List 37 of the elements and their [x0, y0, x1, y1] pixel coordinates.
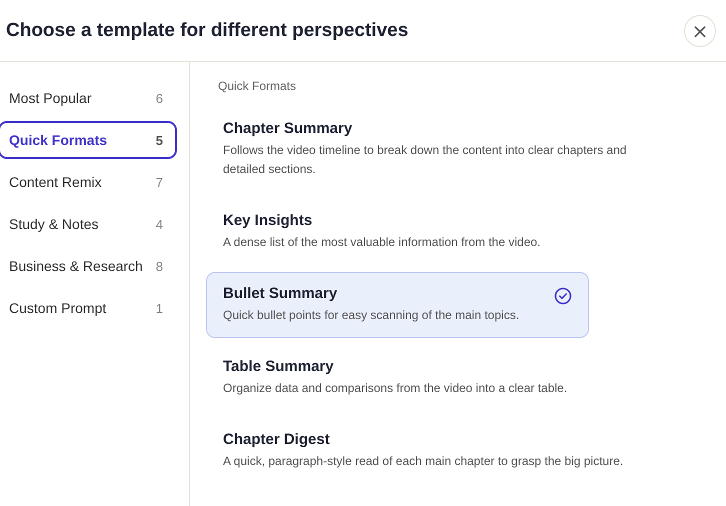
close-button[interactable]: × [684, 14, 716, 46]
template-title: Key Insights [223, 212, 314, 229]
template-card[interactable]: Table Summary Organize data and comparisons from the video into a clear table. [206, 345, 589, 411]
check-circle-icon [554, 287, 572, 305]
template-description: A quick, paragraph-style read of each main chapter to grasp the big picture. [223, 453, 624, 470]
template-card[interactable]: Bullet Summary Quick bullet points for easy scanning of the main topics. [206, 272, 589, 338]
category-count: 8 [156, 258, 163, 274]
template-title: Chapter Digest [223, 431, 331, 448]
category-count: 6 [156, 90, 163, 106]
template-card[interactable]: Chapter Digest A quick, paragraph-style read of each main chapter to grasp the big picture. [206, 418, 640, 484]
category-count: 4 [156, 216, 163, 232]
category-item[interactable]: Custom Prompt 1 [0, 289, 177, 327]
category-item[interactable]: Most Popular 6 [0, 79, 177, 117]
category-label: Quick Formats [9, 132, 108, 148]
template-card[interactable]: Chapter Summary Follows the video timeline to break down the content into clear chapters and detailed sections. [206, 107, 680, 192]
category-item[interactable]: Content Remix 7 [0, 163, 177, 201]
category-count: 7 [156, 174, 163, 190]
category-item[interactable]: Business & Research 8 [0, 247, 177, 285]
section-heading: Quick Formats [218, 79, 298, 93]
template-title: Bullet Summary [223, 285, 338, 302]
category-label: Custom Prompt [9, 300, 106, 316]
category-label: Business & Research [9, 258, 143, 274]
template-description: Quick bullet points for easy scanning of the main topics. [223, 307, 520, 324]
template-description: Follows the video timeline to break down the content into clear chapters and detailed sections. [223, 142, 628, 178]
category-count: 5 [156, 132, 163, 148]
category-item[interactable]: Study & Notes 4 [0, 205, 177, 243]
category-label: Content Remix [9, 174, 102, 190]
category-count: 1 [156, 300, 163, 316]
template-description: A dense list of the most valuable information from the video. [223, 234, 541, 251]
category-label: Study & Notes [9, 216, 98, 232]
template-title: Chapter Summary [223, 120, 354, 137]
dialog-title: Choose a template for different perspectives [6, 20, 408, 42]
template-description: Organize data and comparisons from the video into a clear table. [223, 380, 568, 397]
category-item[interactable]: Quick Formats 5 [0, 121, 177, 159]
template-card[interactable]: Key Insights A dense list of the most valuable information from the video. [206, 199, 589, 265]
category-label: Most Popular [9, 90, 92, 106]
template-title: Table Summary [223, 358, 335, 375]
